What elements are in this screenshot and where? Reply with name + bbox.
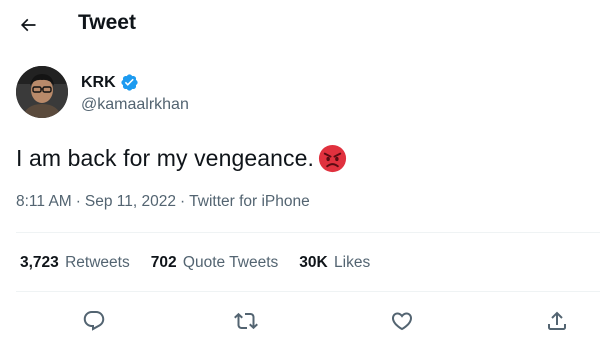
stat-label: Retweets [65,254,130,271]
divider [16,291,600,292]
tweet-meta: 8:11 AM · Sep 11, 2022 · Twitter for iPh… [16,193,310,211]
divider [16,232,600,233]
page-title: Tweet [78,11,136,34]
angry-face-emoji-icon [317,143,348,174]
reply-button[interactable] [77,304,111,338]
reply-icon [83,311,105,331]
like-icon [391,312,413,331]
stat-label: Likes [334,254,371,271]
quote-tweets-stat[interactable]: 702 Quote Tweets [151,254,279,272]
name-row: KRK [81,73,139,92]
share-button[interactable] [540,304,574,338]
user-handle[interactable]: @kamaalrkhan [81,96,189,114]
stat-count: 702 [150,254,177,271]
retweets-stat[interactable]: 3,723 Retweets [20,254,130,272]
display-name[interactable]: KRK [81,74,116,92]
tweet-body: I am back for my vengeance. [16,145,315,171]
tweet-author: KRK @kamaalrkhan [16,66,576,122]
tweet-text: I am back for my vengeance. [16,143,348,174]
meta-separator: · [75,193,81,210]
stat-count: 3,723 [20,254,59,271]
like-button[interactable] [385,304,419,338]
avatar-image [16,66,68,118]
verified-badge-icon [120,73,139,92]
tweet-time[interactable]: 8:11 AM [16,193,72,211]
tweet-stats: 3,723 Retweets 702 Quote Tweets 30K Like… [20,254,391,272]
tweet-actions [0,302,600,338]
tweet-header: Tweet [0,0,600,50]
retweet-button[interactable] [229,304,263,338]
back-button[interactable] [10,7,46,43]
stat-count: 30K [299,254,328,271]
avatar[interactable] [16,66,68,118]
tweet-source[interactable]: Twitter for iPhone [189,193,310,211]
arrow-left-icon [20,18,36,32]
stat-label: Quote Tweets [182,254,279,271]
tweet-date[interactable]: Sep 11, 2022 [85,193,176,211]
retweet-icon [234,312,258,330]
likes-stat[interactable]: 30K Likes [299,254,370,272]
share-icon [548,311,566,330]
meta-separator: · [179,193,186,210]
